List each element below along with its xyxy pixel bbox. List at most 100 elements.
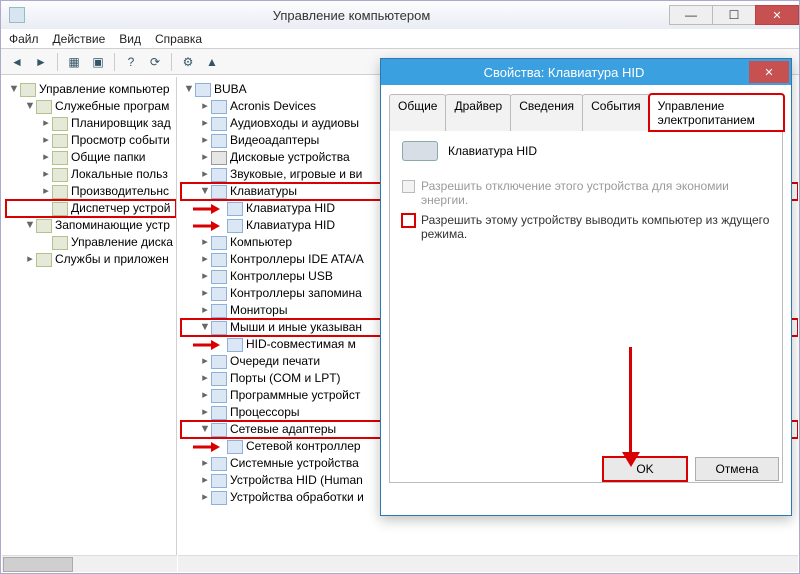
cancel-button[interactable]: Отмена <box>695 457 779 481</box>
tree-node-label: Контроллеры USB <box>230 268 333 285</box>
dev-icon <box>211 270 227 284</box>
scan-hardware-icon[interactable]: ⚙ <box>178 52 198 72</box>
expand-icon[interactable]: ▸ <box>199 268 211 285</box>
tree-node[interactable]: Диспетчер устрой <box>6 200 176 217</box>
tab-details[interactable]: Сведения <box>510 94 583 131</box>
expand-icon[interactable]: ▼ <box>199 319 211 336</box>
window-buttons <box>670 5 799 25</box>
refresh-icon[interactable]: ⟳ <box>145 52 165 72</box>
expand-icon[interactable]: ▼ <box>199 421 211 438</box>
console-tree-pane: ▼Управление компьютер▼Служебные програм▸… <box>2 77 177 572</box>
expand-icon[interactable]: ▼ <box>24 217 36 234</box>
mid-scrollbar[interactable] <box>178 555 798 572</box>
show-hide-tree-icon[interactable]: ▦ <box>64 52 84 72</box>
tree-node-label: Управление диска <box>71 234 173 251</box>
expand-icon[interactable]: ▸ <box>199 370 211 387</box>
help-icon[interactable]: ? <box>121 52 141 72</box>
dialog-title: Свойства: Клавиатура HID <box>381 65 747 80</box>
expand-icon[interactable]: ▸ <box>199 166 211 183</box>
close-button[interactable] <box>755 5 799 25</box>
tree-node[interactable]: ▼Управление компьютер <box>6 81 176 98</box>
minimize-button[interactable] <box>669 5 713 25</box>
left-scrollbar[interactable] <box>2 555 177 572</box>
expand-icon[interactable]: ▸ <box>199 489 211 506</box>
tab-power-management[interactable]: Управление электропитанием <box>649 94 784 131</box>
dialog-body: Общие Драйвер Сведения События Управлени… <box>381 85 791 491</box>
tree-node-label: Acronis Devices <box>230 98 316 115</box>
expand-icon[interactable]: ▸ <box>40 115 52 132</box>
expand-icon[interactable]: ▸ <box>199 387 211 404</box>
tree-node-label: Общие папки <box>71 149 145 166</box>
tree-node[interactable]: ▸ Службы и приложен <box>6 251 176 268</box>
expand-icon[interactable]: ▸ <box>199 132 211 149</box>
checkbox-allow-wake[interactable] <box>402 214 415 227</box>
app-icon <box>9 7 25 23</box>
ok-button[interactable]: OK <box>603 457 687 481</box>
expand-icon[interactable]: ▼ <box>8 81 20 98</box>
tree-node-label: Запоминающие устр <box>55 217 170 234</box>
expand-icon[interactable]: ▸ <box>199 404 211 421</box>
tree-node-label: Мыши и иные указыван <box>230 319 362 336</box>
tree-node-label: Просмотр событи <box>71 132 170 149</box>
menu-action[interactable]: Действие <box>53 32 106 46</box>
tree-node[interactable]: ▼Служебные програм <box>6 98 176 115</box>
tab-driver[interactable]: Драйвер <box>445 94 511 131</box>
dev-icon <box>211 253 227 267</box>
expand-icon[interactable]: ▸ <box>199 98 211 115</box>
expand-icon[interactable]: ▸ <box>24 251 36 268</box>
checkbox-allow-power-off <box>402 180 415 193</box>
expand-icon[interactable]: ▼ <box>183 81 195 98</box>
tree-node-label: Службы и приложен <box>55 251 169 268</box>
dev-icon <box>211 355 227 369</box>
disk-icon <box>211 151 227 165</box>
expand-icon[interactable]: ▸ <box>40 149 52 166</box>
tree-node-label: Планировщик зад <box>71 115 171 132</box>
tree-node[interactable]: ▸ Локальные польз <box>6 166 176 183</box>
menu-file[interactable]: Файл <box>9 32 39 46</box>
expand-icon[interactable]: ▸ <box>199 353 211 370</box>
expand-icon[interactable]: ▸ <box>199 115 211 132</box>
expand-icon[interactable]: ▼ <box>24 98 36 115</box>
expand-icon[interactable]: ▸ <box>199 234 211 251</box>
tree-node[interactable]: ▸ Общие папки <box>6 149 176 166</box>
expand-icon[interactable]: ▸ <box>40 166 52 183</box>
expand-icon[interactable]: ▸ <box>40 132 52 149</box>
update-driver-icon[interactable]: ▲ <box>202 52 222 72</box>
console-tree[interactable]: ▼Управление компьютер▼Служебные програм▸… <box>2 81 176 268</box>
svc-icon <box>52 151 68 165</box>
dev-icon <box>211 287 227 301</box>
svc-icon <box>52 117 68 131</box>
menu-help[interactable]: Справка <box>155 32 202 46</box>
dev-icon <box>211 389 227 403</box>
tree-node-label: Локальные польз <box>71 166 168 183</box>
dev-icon <box>227 338 243 352</box>
expand-icon[interactable]: ▼ <box>199 183 211 200</box>
maximize-button[interactable] <box>712 5 756 25</box>
expand-icon[interactable]: ▸ <box>199 285 211 302</box>
option-allow-wake[interactable]: Разрешить этому устройству выводить комп… <box>402 213 770 241</box>
expand-icon[interactable]: ▸ <box>199 472 211 489</box>
back-icon[interactable]: ◄ <box>7 52 27 72</box>
expand-icon[interactable]: ▸ <box>199 149 211 166</box>
tree-node-label: Клавиатуры <box>230 183 297 200</box>
scrollbar-thumb[interactable] <box>3 557 73 572</box>
expand-icon[interactable]: ▸ <box>40 183 52 200</box>
tree-node[interactable]: ▸ Просмотр событи <box>6 132 176 149</box>
expand-icon[interactable]: ▸ <box>199 302 211 319</box>
dialog-close-button[interactable] <box>749 61 789 83</box>
dev-icon <box>211 304 227 318</box>
tree-node[interactable]: ▸Производительнс <box>6 183 176 200</box>
expand-icon[interactable]: ▸ <box>199 455 211 472</box>
tree-node[interactable]: Управление диска <box>6 234 176 251</box>
toolbar-separator <box>171 53 172 71</box>
expand-icon[interactable]: ▸ <box>199 251 211 268</box>
window-title: Управление компьютером <box>33 8 670 23</box>
dev-icon <box>211 185 227 199</box>
tree-node[interactable]: ▼ Запоминающие устр <box>6 217 176 234</box>
menu-view[interactable]: Вид <box>119 32 141 46</box>
tree-node[interactable]: ▸ Планировщик зад <box>6 115 176 132</box>
tab-general[interactable]: Общие <box>389 94 446 131</box>
forward-icon[interactable]: ► <box>31 52 51 72</box>
properties-icon[interactable]: ▣ <box>88 52 108 72</box>
tab-events[interactable]: События <box>582 94 650 131</box>
